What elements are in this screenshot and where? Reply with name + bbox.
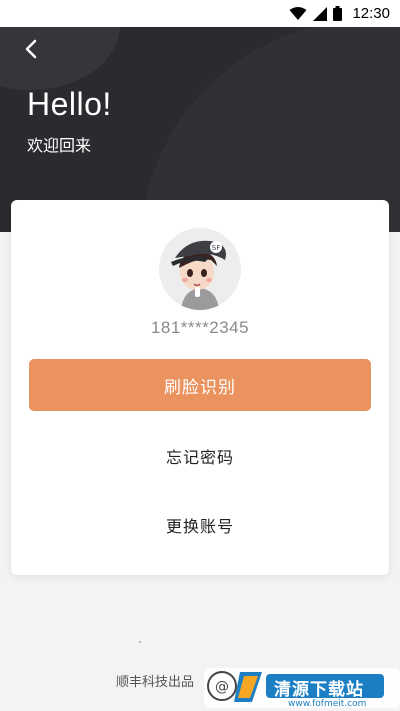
avatar: SF	[159, 228, 241, 310]
switch-account-link[interactable]: 更换账号	[11, 513, 389, 537]
watermark-url: www.fofmeit.com	[288, 699, 367, 709]
wifi-icon	[289, 6, 307, 20]
chevron-left-icon	[25, 39, 37, 59]
back-button[interactable]	[18, 36, 44, 62]
greeting-title: Hello!	[27, 86, 112, 122]
watermark-logo: @ 清源下载站 www.fofmeit.com	[204, 662, 400, 711]
forgot-password-link[interactable]: 忘记密码	[11, 444, 389, 468]
watermark-title: 清源下载站	[274, 680, 364, 700]
signal-icon	[313, 6, 328, 21]
masked-phone-number: 181****2345	[150, 318, 250, 337]
avatar-illustration: SF	[159, 228, 241, 310]
decorative-dot	[139, 641, 141, 643]
footer-text: 顺丰科技出品	[115, 675, 194, 690]
face-recognition-button[interactable]: 刷脸识别	[29, 359, 371, 411]
face-recognition-button-label: 刷脸识别	[164, 377, 236, 398]
svg-text:@: @	[215, 679, 229, 695]
status-time: 12:30	[352, 5, 390, 22]
battery-icon	[333, 6, 343, 21]
login-card: SF 181****2345 刷脸识别 忘记密码 更换账号	[11, 200, 389, 575]
svg-text:SF: SF	[212, 244, 220, 252]
status-bar: 12:30	[0, 0, 400, 27]
greeting-subtitle: 欢迎回来	[27, 136, 92, 155]
